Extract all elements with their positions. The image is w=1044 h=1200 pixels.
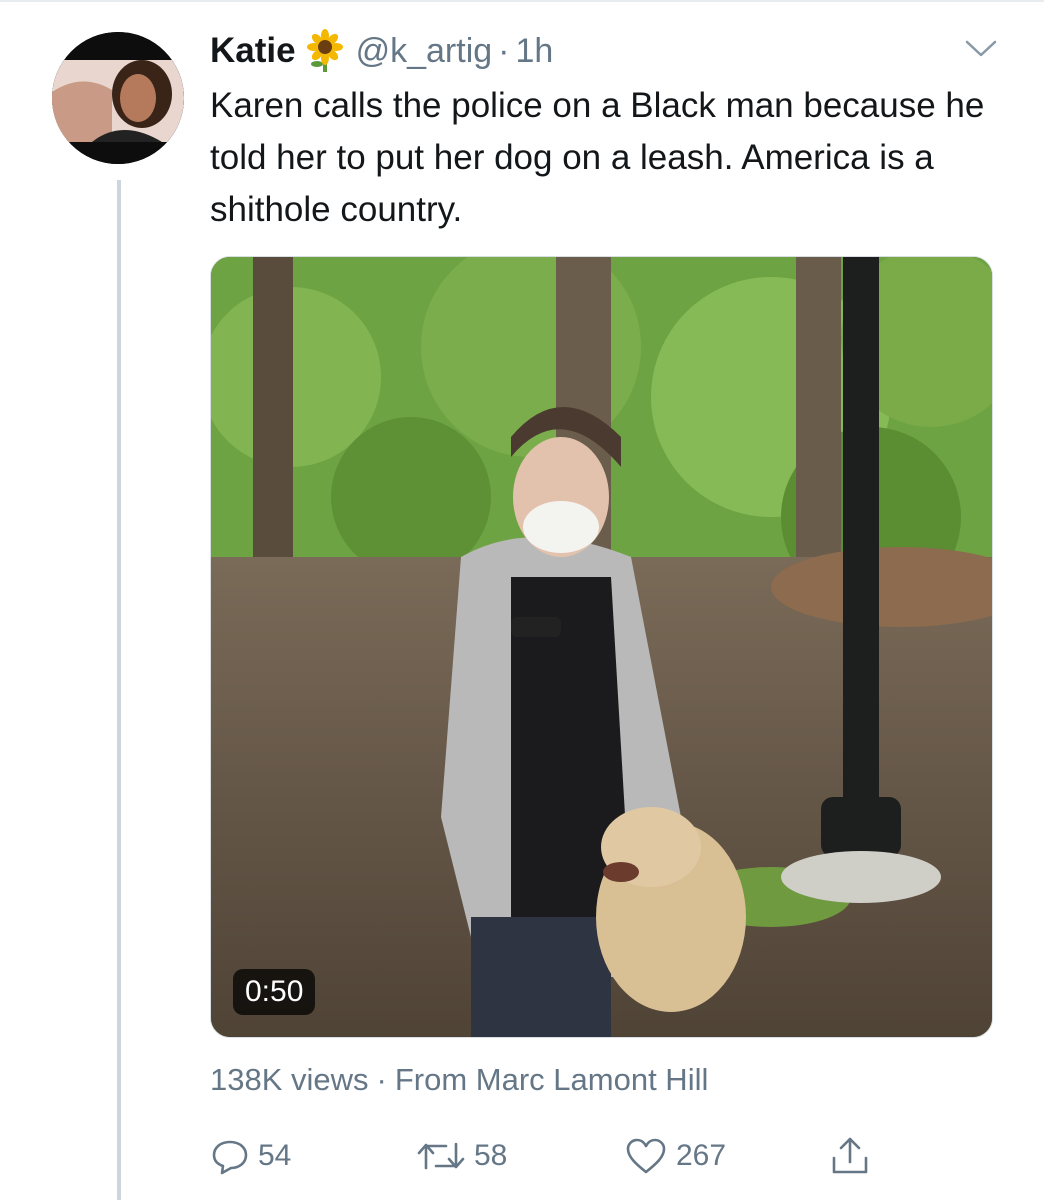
share-button[interactable] (828, 1132, 872, 1180)
video-thumbnail (211, 257, 992, 1037)
heart-icon (626, 1138, 666, 1174)
tweet-text: Karen calls the police on a Black man be… (210, 86, 985, 229)
header-separator: · (498, 31, 510, 70)
author-name[interactable]: Katie (210, 31, 296, 71)
avatar-image (52, 32, 184, 164)
like-count: 267 (676, 1139, 727, 1172)
reply-button[interactable]: 54 (210, 1132, 291, 1180)
retweet-button[interactable]: 58 (416, 1132, 507, 1180)
share-icon (832, 1137, 868, 1174)
avatar[interactable] (52, 32, 184, 164)
reply-count: 54 (258, 1139, 292, 1172)
top-divider (0, 0, 1044, 2)
video-source-link[interactable]: From Marc Lamont Hill (395, 1062, 709, 1097)
author-handle[interactable]: @k_artig (356, 32, 493, 71)
tweet-meta: 138K views · From Marc Lamont Hill (210, 1062, 708, 1098)
view-count: 138K views (210, 1062, 369, 1097)
like-button[interactable]: 267 (624, 1132, 726, 1180)
retweet-icon (417, 1142, 465, 1170)
tweet-header: Katie @k_artig · 1h (210, 26, 553, 76)
action-bar: 54 58 267 (210, 1132, 890, 1180)
meta-separator: · (376, 1062, 387, 1097)
video-duration: 0:50 (233, 969, 316, 1015)
video-player[interactable]: 0:50 (210, 256, 993, 1038)
reply-icon (212, 1140, 248, 1175)
thread-line (117, 180, 121, 1200)
retweet-count: 58 (474, 1139, 508, 1172)
chevron-down-icon[interactable] (962, 34, 1000, 62)
tweet-time[interactable]: 1h (516, 32, 554, 71)
sunflower-icon (302, 28, 348, 74)
